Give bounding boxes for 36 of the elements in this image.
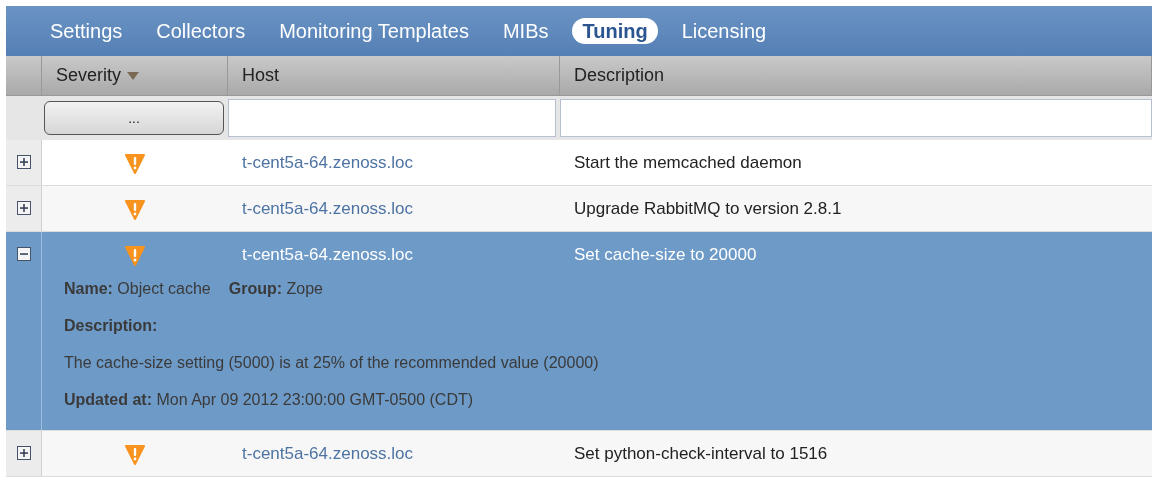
description-text: Start the memcached daemon [574,152,802,172]
nav-tab[interactable]: Licensing [671,19,777,43]
nav-tab[interactable]: Tuning [572,18,658,44]
expand-icon[interactable] [16,155,31,169]
description-text: Upgrade RabbitMQ to version 2.8.1 [574,198,842,218]
host-filter-field[interactable] [228,99,556,137]
expand-icon[interactable] [16,201,31,215]
detail-text: Name: Object cache [64,279,211,299]
warning-icon [124,243,146,266]
nav-tab[interactable]: Collectors [146,19,256,43]
column-header[interactable]: Host [228,56,560,95]
detail-label: Description: [64,316,159,336]
detail-text: Group: Zope [228,279,323,299]
host-link[interactable]: t-cent5a-64.zenoss.loc [242,443,414,463]
detail-text: The cache-size setting (5000) is at 25% of the recommended value (20000) [64,353,600,373]
table-row[interactable]: t-cent5a-64.zenoss.loc Start the memcached daemon [6,140,1152,186]
detail-text: Updated at: Mon Apr 09 2012 23:00:00 GMT-0500 (CDT) [64,390,475,410]
column-header[interactable]: Description [560,56,1152,95]
description-filter-field[interactable] [560,99,1152,137]
nav-tab[interactable]: MIBs [492,19,559,43]
warning-icon [124,197,146,220]
host-link[interactable]: t-cent5a-64.zenoss.loc [242,152,414,172]
nav-tab[interactable]: Settings [40,19,133,43]
column-header[interactable]: Severity [42,56,228,95]
warning-icon [124,151,146,174]
warning-icon [124,442,146,465]
host-link[interactable]: t-cent5a-64.zenoss.loc [242,198,414,218]
expand-icon[interactable] [16,446,31,460]
description-text: Set python-check-interval to 1516 [574,443,828,463]
table-row[interactable]: t-cent5a-64.zenoss.loc Set python-check-interval to 1516 [6,431,1152,477]
description-text: Set cache-size to 20000 [574,244,757,264]
severity-filter-button[interactable]: ... [44,101,224,135]
host-link[interactable]: t-cent5a-64.zenoss.loc [242,244,414,264]
table-row[interactable]: t-cent5a-64.zenoss.loc Upgrade RabbitMQ to version 2.8.1 [6,186,1152,232]
nav-tab[interactable]: Monitoring Templates [269,19,479,43]
collapse-icon[interactable] [16,247,31,261]
